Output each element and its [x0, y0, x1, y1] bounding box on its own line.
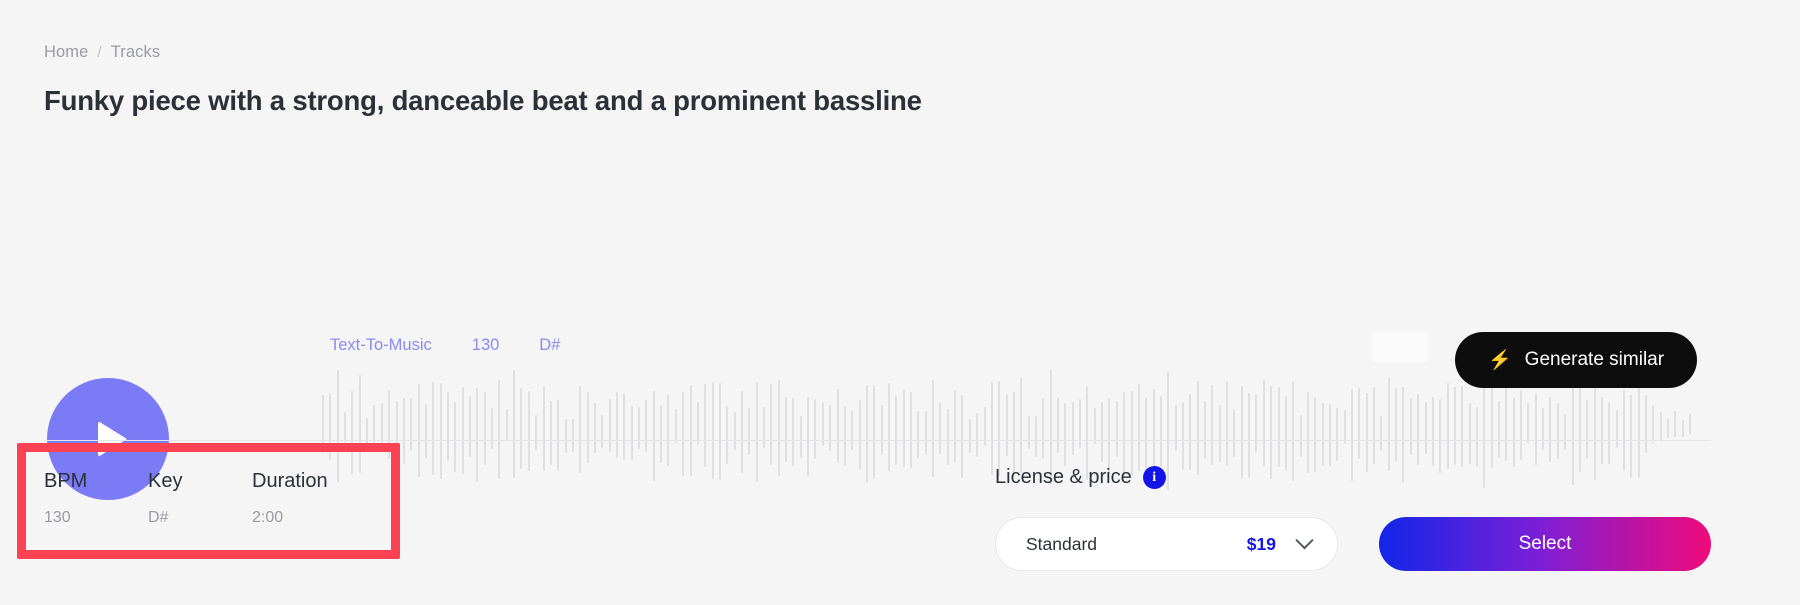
play-icon: [98, 421, 127, 457]
tag-bpm[interactable]: 130: [472, 336, 500, 355]
breadcrumb-tracks[interactable]: Tracks: [111, 43, 161, 62]
page-title: Funky piece with a strong, danceable bea…: [44, 85, 922, 116]
decorative-chip: [1372, 332, 1428, 362]
meta-column-key: Key D#: [148, 470, 252, 527]
select-button[interactable]: Select: [1379, 517, 1711, 571]
tag-key[interactable]: D#: [539, 336, 560, 355]
license-heading-text: License & price: [995, 466, 1132, 488]
chevron-down-icon: [1295, 530, 1314, 549]
meta-column-duration: Duration 2:00: [252, 470, 328, 527]
license-selected-name: Standard: [1026, 533, 1098, 554]
meta-label-duration: Duration: [252, 470, 328, 492]
info-icon[interactable]: i: [1142, 466, 1166, 489]
meta-label-bpm: BPM: [44, 470, 88, 492]
generate-similar-label: Generate similar: [1524, 349, 1665, 370]
track-meta: BPM 130 Key D# Duration 2:00: [44, 470, 328, 527]
meta-column-bpm: BPM 130: [44, 470, 148, 527]
license-dropdown[interactable]: Standard $19: [995, 517, 1338, 571]
breadcrumb-separator: /: [97, 44, 102, 61]
breadcrumb-home[interactable]: Home: [44, 43, 88, 62]
license-selected-price: $19: [1246, 533, 1276, 554]
breadcrumb: Home / Tracks: [44, 43, 160, 62]
track-detail-page: Home / Tracks Funky piece with a strong,…: [0, 0, 1800, 605]
section-divider: [44, 440, 1711, 441]
meta-label-key: Key: [148, 470, 183, 492]
track-tags: Text-To-Music 130 D#: [330, 336, 560, 355]
meta-value-key: D#: [148, 509, 169, 526]
tag-text-to-music[interactable]: Text-To-Music: [330, 336, 432, 355]
lightning-bolt-icon: ⚡: [1488, 349, 1512, 371]
meta-value-duration: 2:00: [252, 509, 284, 526]
generate-similar-button[interactable]: ⚡ Generate similar: [1455, 332, 1698, 388]
license-heading: License & price i: [995, 466, 1166, 489]
meta-value-bpm: 130: [44, 509, 71, 526]
